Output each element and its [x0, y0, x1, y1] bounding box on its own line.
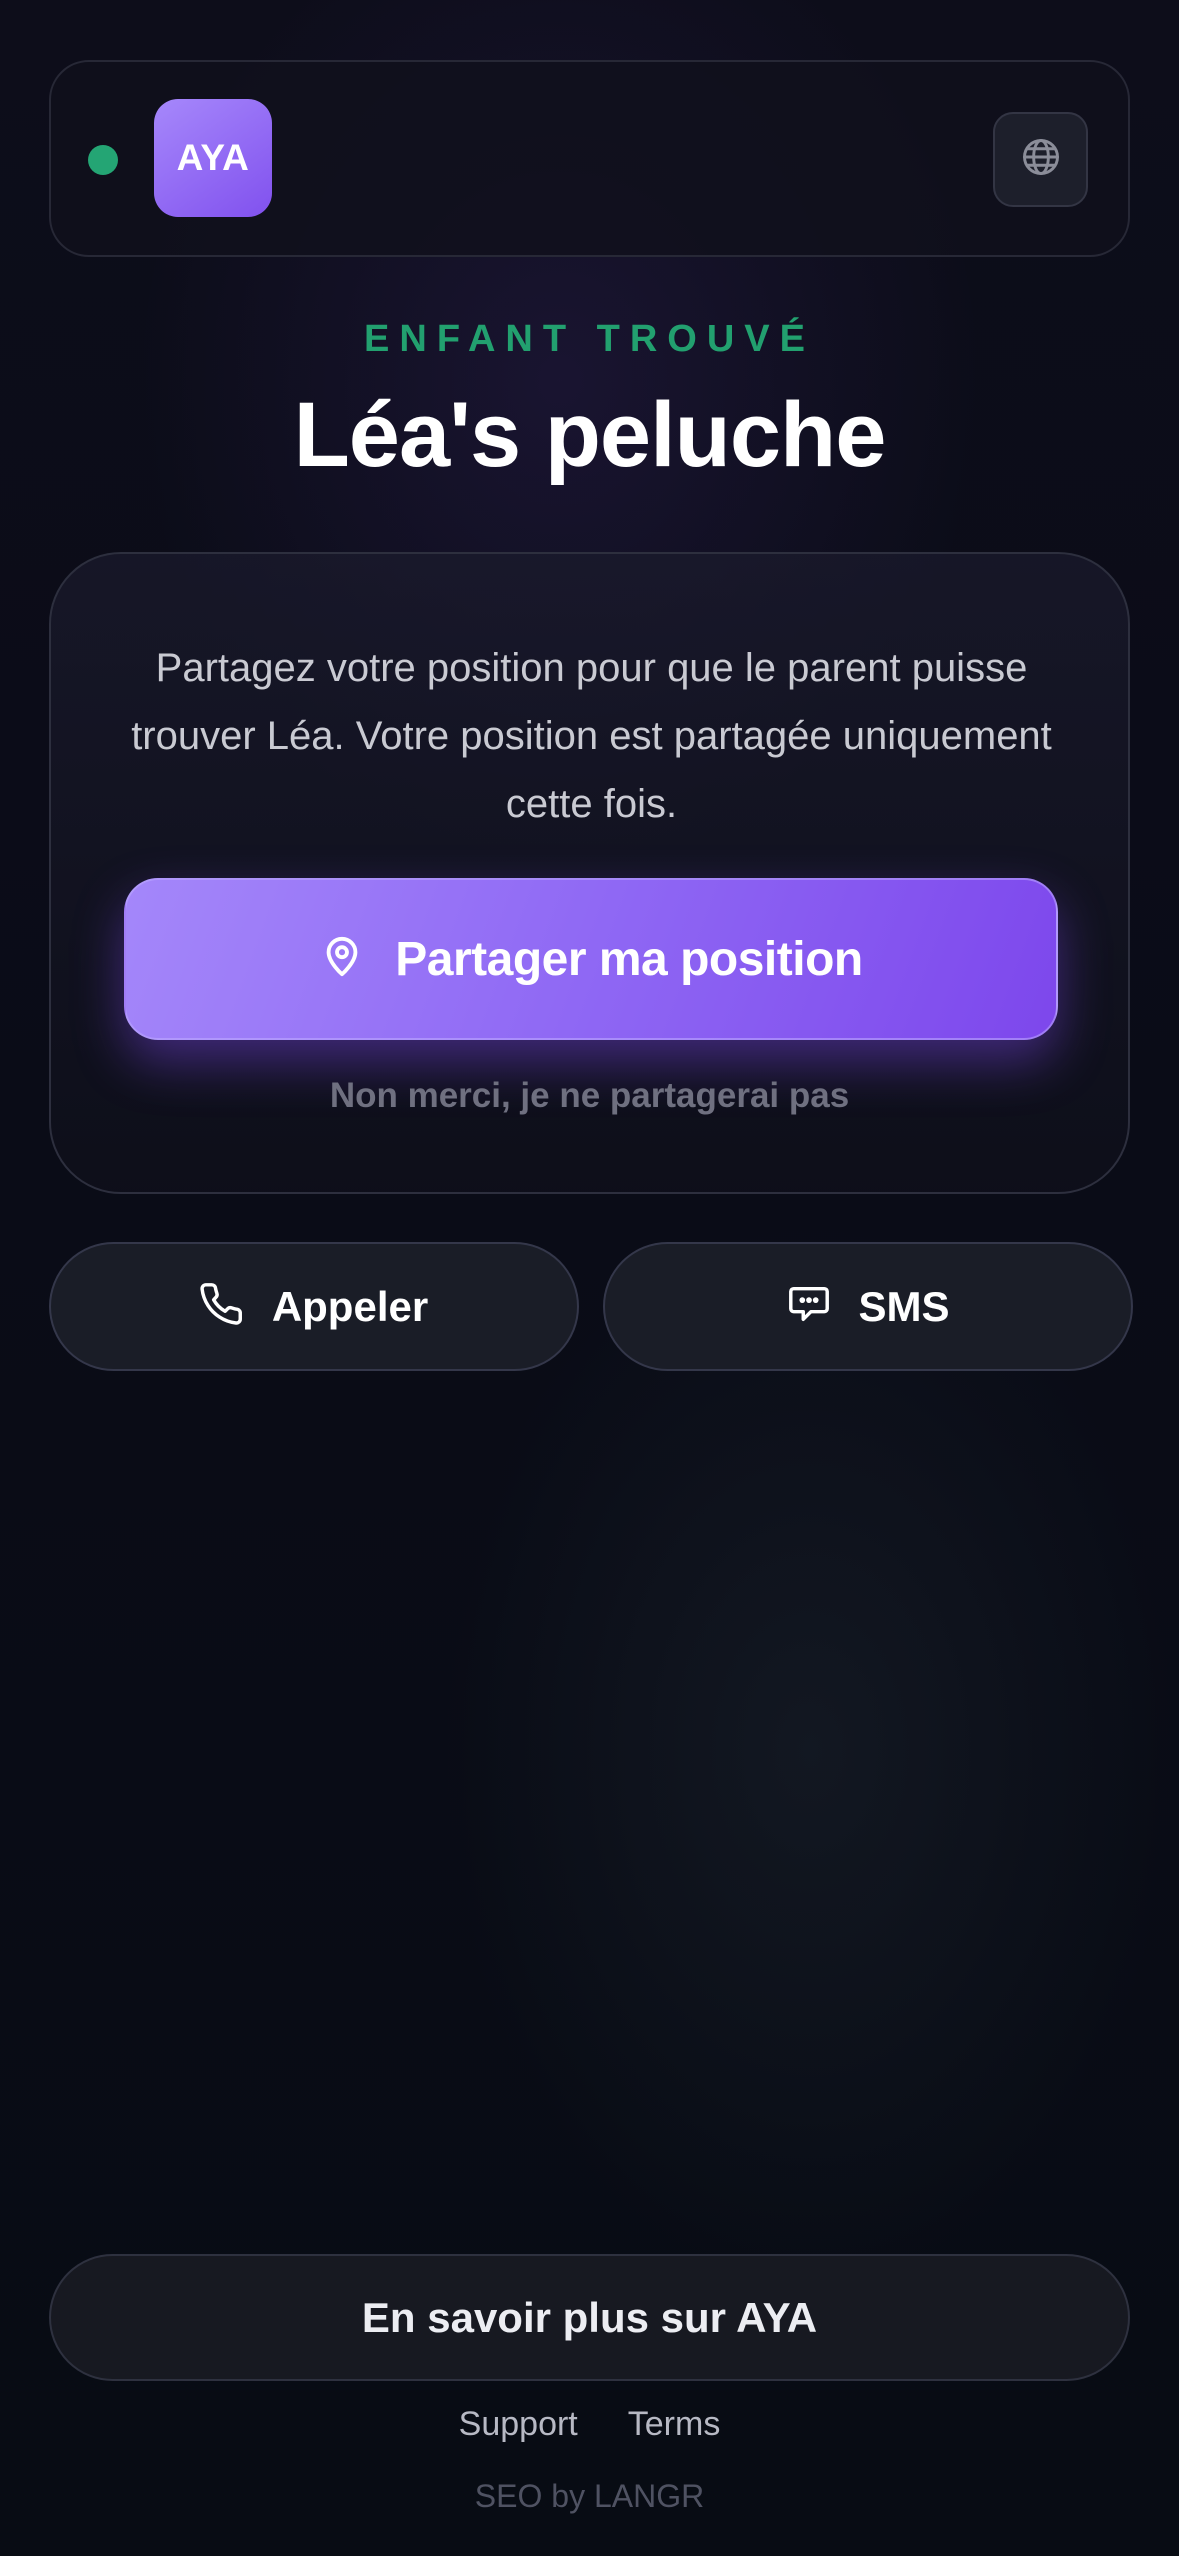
share-message: Partagez votre position pour que le pare… — [131, 646, 1052, 826]
status-eyebrow: ENFANT TROUVÉ — [364, 318, 815, 360]
status-indicator — [88, 145, 118, 175]
sms-button[interactable]: SMS — [603, 1242, 1133, 1371]
sms-label: SMS — [858, 1282, 950, 1330]
footer-links: Support Terms — [0, 2405, 1179, 2444]
share-location-label: Partager ma position — [395, 932, 863, 986]
decline-share-link[interactable]: Non merci, je ne partagerai pas — [51, 1076, 1128, 1116]
aya-logo: AYA — [154, 99, 272, 217]
globe-icon — [1019, 135, 1063, 184]
top-bar: AYA — [49, 60, 1130, 257]
language-button[interactable] — [993, 112, 1088, 207]
terms-link[interactable]: Terms — [628, 2405, 721, 2444]
call-label: Appeler — [271, 1282, 429, 1330]
share-location-card: Partagez votre position pour que le pare… — [49, 552, 1130, 1194]
share-location-button[interactable]: Partager ma position — [124, 878, 1058, 1040]
learn-more-button[interactable]: En savoir plus sur AYA — [49, 2254, 1130, 2381]
support-link[interactable]: Support — [459, 2405, 578, 2444]
chat-bubble-icon — [786, 1281, 832, 1332]
credit-text: SEO by LANGR — [474, 2478, 705, 2514]
page-title: Léa's peluche — [293, 384, 887, 486]
phone-icon — [200, 1281, 246, 1332]
call-button[interactable]: Appeler — [49, 1242, 579, 1371]
location-pin-icon — [319, 934, 365, 985]
learn-more-label: En savoir plus sur AYA — [361, 2293, 818, 2341]
